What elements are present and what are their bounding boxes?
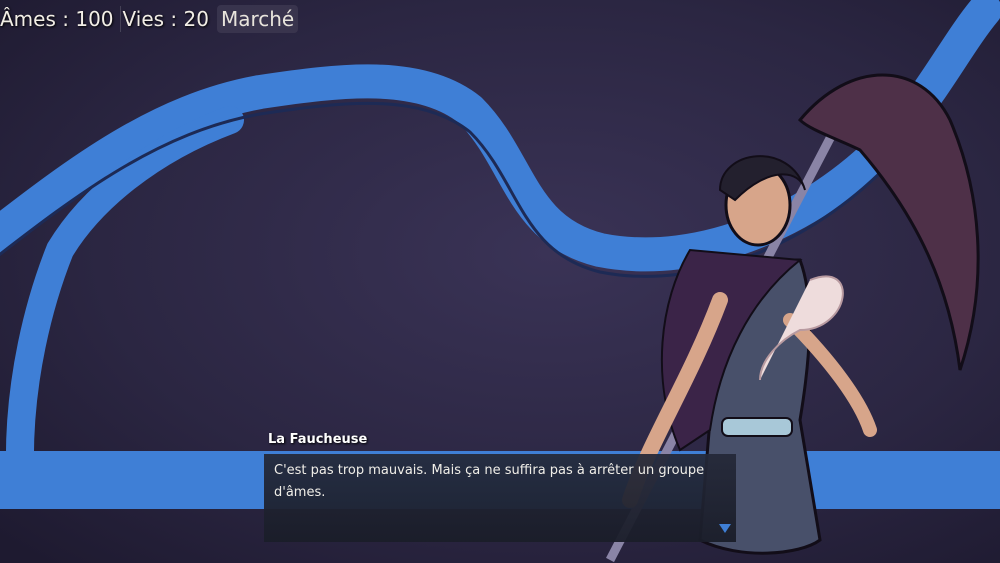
triangle-down-icon[interactable] — [719, 524, 731, 533]
market-button[interactable]: Marché — [216, 5, 299, 33]
hud-divider — [119, 6, 121, 32]
hud-bar: Âmes : 100 Vies : 20 Marché — [0, 4, 299, 34]
lives-counter: Vies : 20 — [122, 7, 209, 31]
dialogue-text: C'est pas trop mauvais. Mais ça ne suffi… — [274, 463, 705, 500]
dialogue-box[interactable]: C'est pas trop mauvais. Mais ça ne suffi… — [264, 454, 736, 542]
dialogue-speaker-name: La Faucheuse — [268, 432, 368, 447]
souls-counter: Âmes : 100 — [0, 7, 114, 31]
